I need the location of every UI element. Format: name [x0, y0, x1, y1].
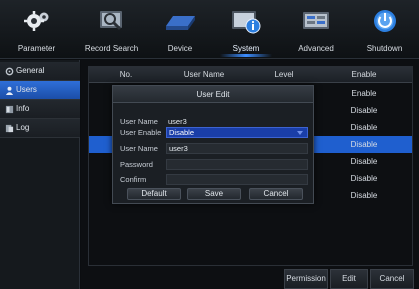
nav-shutdown[interactable]: Shutdown [350, 0, 419, 59]
system-info-icon [232, 11, 261, 34]
nav-system[interactable]: System [210, 0, 282, 59]
sidebar-item-log[interactable]: Log [0, 119, 80, 138]
enable-cell: Disable [350, 157, 378, 166]
gears-icon [23, 11, 48, 31]
confirm-password-input[interactable] [166, 174, 308, 185]
save-button[interactable]: Save [187, 188, 241, 200]
edit-button[interactable]: Edit [330, 269, 368, 289]
password-input[interactable] [166, 159, 308, 170]
magnifier-icon [99, 11, 122, 31]
nav-device-label: Device [167, 44, 193, 53]
user-enable-select[interactable]: Disable [166, 127, 308, 138]
enable-cell: Disable [350, 123, 378, 132]
enable-cell: Enable [351, 89, 377, 98]
power-icon [373, 10, 396, 32]
password-label: Password [120, 160, 153, 169]
hard-drive-icon [166, 16, 195, 30]
advanced-settings-icon [303, 12, 329, 29]
sidebar: General Users Info Log [0, 60, 80, 289]
chevron-down-icon [297, 131, 303, 135]
cancel-button[interactable]: Cancel [370, 269, 414, 289]
permission-button[interactable]: Permission [284, 269, 328, 289]
table-header: No. User Name Level Enable [89, 67, 412, 83]
user-icon [5, 86, 14, 95]
top-navigation-bar: Parameter Record Search Device System Ad… [0, 0, 419, 59]
user-enable-selected-value: Disable [169, 128, 195, 137]
confirm-label: Confirm [120, 175, 147, 184]
user-edit-dialog: User Edit User Name user3 User Enable Di… [112, 85, 314, 204]
log-icon [5, 124, 14, 133]
dialog-title: User Edit [113, 86, 313, 103]
nav-shutdown-label: Shutdown [366, 44, 403, 53]
enable-cell: Disable [350, 140, 378, 149]
sidebar-item-info[interactable]: Info [0, 100, 80, 119]
gear-icon [5, 67, 14, 76]
sidebar-item-label: Log [16, 123, 30, 132]
column-header-no: No. [119, 70, 133, 79]
default-button[interactable]: Default [127, 188, 181, 200]
enable-cell: Disable [350, 106, 378, 115]
nav-system-label: System [232, 44, 260, 53]
enable-cell: Disable [350, 174, 378, 183]
user-name-input[interactable]: user3 [166, 143, 308, 154]
column-header-level: Level [274, 70, 294, 79]
sidebar-item-general[interactable]: General [0, 62, 80, 81]
nav-advanced[interactable]: Advanced [282, 0, 350, 59]
user-name-label: User Name [120, 117, 158, 126]
column-header-user-name: User Name [183, 70, 225, 79]
user-enable-label: User Enable [120, 128, 162, 137]
nav-record-search[interactable]: Record Search [73, 0, 150, 59]
sidebar-item-users[interactable]: Users [0, 81, 80, 100]
dialog-cancel-button[interactable]: Cancel [249, 188, 303, 200]
nav-parameter-label: Parameter [17, 44, 56, 53]
info-icon [5, 105, 14, 114]
column-header-enable: Enable [351, 70, 377, 79]
nav-device[interactable]: Device [150, 0, 210, 59]
sidebar-item-label: General [16, 66, 45, 75]
active-tab-indicator [220, 54, 272, 57]
nav-parameter[interactable]: Parameter [0, 0, 73, 59]
user-name-edit-label: User Name [120, 144, 158, 153]
enable-cell: Disable [350, 191, 378, 200]
user-name-value: user3 [168, 117, 187, 126]
nav-advanced-label: Advanced [298, 44, 334, 53]
sidebar-item-label: Info [16, 104, 30, 113]
nav-record-search-label: Record Search [84, 44, 139, 53]
sidebar-item-label: Users [16, 85, 37, 94]
user-name-input-value: user3 [169, 144, 188, 153]
